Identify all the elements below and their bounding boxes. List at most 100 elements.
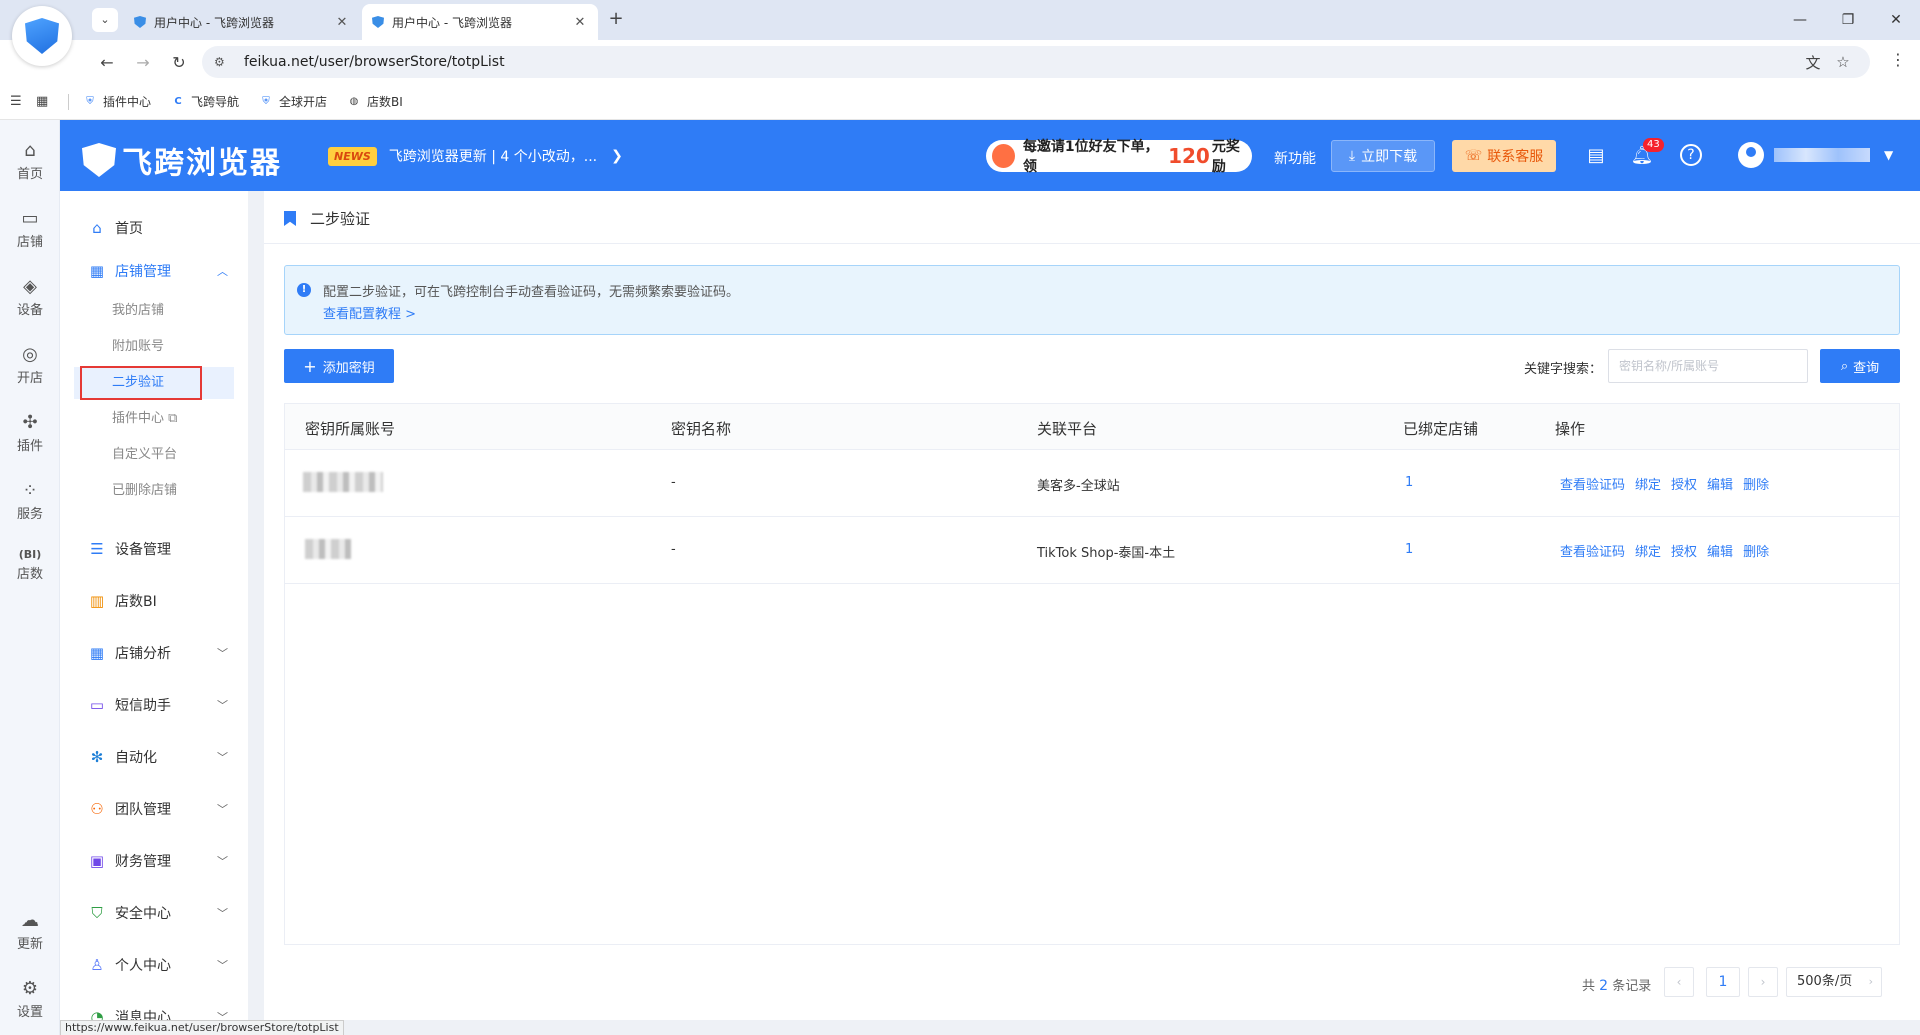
rail-label: 首页 [16,167,43,182]
edit-link[interactable]: 编辑 [1707,474,1733,493]
bookmark-bi[interactable]: ◍ 店数BI [347,93,403,110]
restore-button[interactable]: ❐ [1824,0,1872,40]
authorize-link[interactable]: 授权 [1671,474,1697,493]
document-icon[interactable]: ▤ [1584,144,1608,168]
translate-icon[interactable]: 文 [1798,52,1828,73]
bookmark-navigation[interactable]: C 飞跨导航 [171,93,239,110]
shield-icon: ⛨ [86,96,94,107]
reload-button[interactable]: ↻ [166,50,192,76]
close-icon[interactable]: ✕ [572,15,588,30]
submenu-my-stores[interactable]: 我的店铺 [74,295,234,327]
divider [68,93,69,110]
menu-finance[interactable]: ▣ 财务管理 ﹀ [60,841,248,881]
menu-label: 个人中心 [115,958,171,974]
submenu-custom-platform[interactable]: 自定义平台 [74,439,234,471]
page-size-select[interactable]: 500条/页 › [1786,967,1882,997]
bookmark-plugin-center[interactable]: ⛨ 插件中心 [83,93,151,110]
browser-tab-1[interactable]: 用户中心 - 飞跨浏览器 ✕ [124,4,360,40]
delete-link[interactable]: 删除 [1743,541,1769,560]
rail-item-update[interactable]: ☁ 更新 [0,910,60,952]
table-row: - TikTok Shop-泰国-本土 1 查看验证码 绑定 授权 编辑 删除 [285,517,1899,584]
submenu-deleted-stores[interactable]: 已删除店铺 [74,475,234,507]
support-button[interactable]: ☏ 联系客服 [1452,140,1556,172]
tab-search-dropdown[interactable]: ⌄ [92,8,118,32]
invite-suffix: 元奖励 [1211,139,1240,175]
tutorial-link[interactable]: 查看配置教程 > [323,303,416,322]
menu-store-management[interactable]: ▦ 店铺管理 ︿ [60,251,248,291]
menu-messages[interactable]: ◔ 消息中心 ﹀ [60,997,248,1020]
rail-item-service[interactable]: ⁘ 服务 [0,480,60,522]
browser-tab-2[interactable]: 用户中心 - 飞跨浏览器 ✕ [362,4,598,40]
rail-item-open-store[interactable]: ◎ 开店 [0,344,60,386]
menu-team-management[interactable]: ⚇ 团队管理 ﹀ [60,789,248,829]
edit-link[interactable]: 编辑 [1707,541,1733,560]
rail-item-plugin[interactable]: ✣ 插件 [0,412,60,454]
rail-item-bi[interactable]: (BI) 店数 [0,548,60,582]
bind-link[interactable]: 绑定 [1635,474,1661,493]
icon-rail: ⌂ 首页 ▭ 店铺 ◈ 设备 ◎ 开店 ✣ 插件 ⁘ 服务 (BI) 店数 ☁ 更新 ⚙ 设置 [0,120,60,1035]
add-key-button[interactable]: + 添加密钥 [284,349,394,383]
shield-icon [372,16,384,28]
view-code-link[interactable]: 查看验证码 [1560,541,1625,560]
rail-item-device[interactable]: ◈ 设备 [0,276,60,318]
user-menu[interactable]: ▼ [1738,142,1893,168]
bottom-bar [248,1020,1920,1035]
menu-sms-assistant[interactable]: ▭ 短信助手 ﹀ [60,685,248,725]
authorize-link[interactable]: 授权 [1671,541,1697,560]
bookmark-global-store[interactable]: ⛨ 全球开店 [259,93,327,110]
total-prefix: 共 [1582,979,1596,994]
brand-logo[interactable]: 飞跨浏览器 [82,138,282,182]
submenu-plugin-center[interactable]: 插件中心 ⧉ [74,403,234,435]
grid-icon: ▦ [89,644,105,662]
star-icon[interactable]: ☆ [1828,53,1858,71]
search-button[interactable]: ⌕ 查询 [1820,349,1900,383]
forward-button[interactable]: → [130,50,156,76]
menu-device-management[interactable]: ☰ 设备管理 [60,529,248,569]
invite-banner[interactable]: 每邀请1位好友下单，领 120 元奖励 [986,139,1252,175]
menu-personal[interactable]: ♙ 个人中心 ﹀ [60,945,248,985]
bind-link[interactable]: 绑定 [1635,541,1661,560]
keyword-search-input[interactable] [1608,349,1808,383]
layers-icon: ☰ [90,540,104,558]
rail-item-home[interactable]: ⌂ 首页 [0,140,60,182]
download-button[interactable]: ⤓ 立即下载 [1331,140,1435,172]
url-omnibox[interactable]: ⚙ feikua.net/user/browserStore/totpList … [202,46,1870,78]
menu-home[interactable]: ⌂ 首页 [60,208,248,248]
submenu-extra-accounts[interactable]: 附加账号 [74,331,234,363]
column-header: 已绑定店铺 [1403,420,1479,438]
browser-logo[interactable] [12,6,72,66]
gift-icon [992,144,1015,168]
column-header: 操作 [1555,420,1586,438]
prev-page-button[interactable]: ‹ [1664,967,1694,997]
next-page-button[interactable]: › [1748,967,1778,997]
minimize-button[interactable]: — [1776,0,1824,40]
sidebar-toggle-icon[interactable]: ☰ [10,94,28,109]
submenu-two-step[interactable]: 二步验证 [74,366,234,400]
total-count: 2 [1599,978,1609,994]
view-code-link[interactable]: 查看验证码 [1560,474,1625,493]
rail-item-settings[interactable]: ⚙ 设置 [0,978,60,1020]
new-feature-link[interactable]: 新功能 [1274,148,1316,168]
news-ticker[interactable]: NEWS 飞跨浏览器更新 | 4 个小改动，... ❯ [328,146,623,166]
new-tab-button[interactable]: + [604,8,628,32]
menu-bi[interactable]: ▥ 店数BI [60,581,248,621]
url-text[interactable]: feikua.net/user/browserStore/totpList [244,54,1798,70]
help-icon[interactable]: ? [1680,144,1702,166]
apps-grid-icon[interactable]: ▦ [36,94,54,109]
chevron-down-icon: ﹀ [217,959,228,972]
menu-store-analysis[interactable]: ▦ 店铺分析 ﹀ [60,633,248,673]
close-icon[interactable]: ✕ [334,15,350,30]
browser-menu-icon[interactable]: ⋮ [1888,50,1908,69]
rail-item-store[interactable]: ▭ 店铺 [0,208,60,250]
bound-stores-cell[interactable]: 1 [1405,475,1413,490]
bound-stores-cell[interactable]: 1 [1405,542,1413,557]
page-number[interactable]: 1 [1706,967,1740,997]
pagination: 共 2 条记录 ‹ 1 › 500条/页 › [264,967,1920,999]
menu-security[interactable]: ⛉ 安全中心 ﹀ [60,893,248,933]
site-settings-icon[interactable]: ⚙ [214,55,230,69]
search-icon: ⌕ [1840,358,1849,374]
menu-automation[interactable]: ✻ 自动化 ﹀ [60,737,248,777]
window-close-button[interactable]: ✕ [1872,0,1920,40]
back-button[interactable]: ← [94,50,120,76]
delete-link[interactable]: 删除 [1743,474,1769,493]
